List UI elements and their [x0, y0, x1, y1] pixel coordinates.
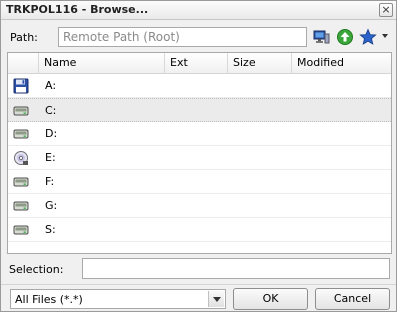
up-arrow-icon[interactable]	[336, 28, 354, 46]
favorites-star-icon[interactable]	[359, 28, 377, 46]
cancel-button[interactable]: Cancel	[315, 288, 390, 310]
chevron-down-icon	[213, 297, 221, 302]
path-input[interactable]	[58, 27, 307, 47]
list-header: Name Ext Size Modified	[8, 53, 391, 74]
list-item[interactable]: F:	[8, 170, 391, 194]
list-item[interactable]: S:	[8, 218, 391, 242]
drive-name: S:	[45, 223, 56, 236]
chevron-down-icon[interactable]	[381, 32, 389, 40]
path-label: Path:	[10, 31, 38, 44]
hard-drive-icon	[13, 129, 29, 139]
window-title: TRKPOL116 - Browse...	[6, 3, 149, 16]
hard-drive-icon	[13, 201, 29, 211]
file-type-value: All Files (*.*)	[15, 293, 83, 306]
drive-name: A:	[45, 79, 57, 92]
hard-drive-icon	[13, 225, 29, 235]
hard-drive-icon	[13, 177, 29, 187]
dropdown-button[interactable]	[208, 291, 224, 307]
close-button[interactable]: ×	[379, 3, 393, 17]
drive-name: F:	[45, 175, 55, 188]
drive-name: D:	[45, 127, 58, 140]
column-header-modified[interactable]: Modified	[292, 53, 391, 73]
browse-dialog: TRKPOL116 - Browse... × Path: Name Ext S…	[0, 0, 397, 312]
divider	[1, 284, 396, 285]
list-item[interactable]: E:	[8, 146, 391, 170]
file-type-select[interactable]: All Files (*.*)	[10, 289, 226, 309]
column-header-ext[interactable]: Ext	[165, 53, 228, 73]
list-item[interactable]: G:	[8, 194, 391, 218]
column-header-name[interactable]: Name	[39, 53, 165, 73]
list-item[interactable]: C:	[8, 98, 391, 122]
column-header-icon[interactable]	[8, 53, 39, 73]
drive-name: G:	[45, 199, 58, 212]
cd-drive-icon	[14, 151, 28, 165]
floppy-drive-icon	[13, 78, 29, 94]
drive-name: C:	[45, 104, 57, 117]
title-bar[interactable]: TRKPOL116 - Browse... ×	[1, 1, 396, 20]
list-item[interactable]: D:	[8, 122, 391, 146]
drive-name: E:	[45, 151, 56, 164]
list-item[interactable]: A:	[8, 74, 391, 98]
ok-button[interactable]: OK	[233, 288, 308, 310]
selection-input[interactable]	[82, 258, 390, 279]
selection-label: Selection:	[9, 263, 64, 276]
close-icon: ×	[381, 3, 391, 16]
hard-drive-icon	[13, 106, 29, 116]
column-header-size[interactable]: Size	[228, 53, 292, 73]
file-list[interactable]: Name Ext Size Modified A: C: D: E: F: G:…	[7, 52, 392, 254]
computer-icon[interactable]	[312, 28, 330, 46]
